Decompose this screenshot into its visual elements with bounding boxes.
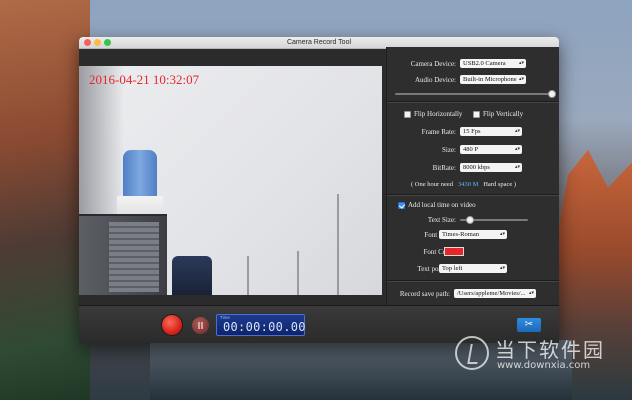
text-size-row: Text Size: <box>387 214 559 226</box>
add-local-time-label: Add local time on video <box>408 201 476 209</box>
bitrate-label: BitRate: <box>432 164 456 172</box>
separator <box>387 194 559 196</box>
preview-pole <box>337 194 339 295</box>
recording-timer: Time 00:00:00.00 <box>216 314 305 336</box>
flip-row: Flip Horizontally Flip Vertically <box>387 110 559 122</box>
settings-panel: Camera Device: USB2.0 Camera ▴▾ Audio De… <box>386 47 559 305</box>
save-path-row: Record save path: /Users/appleme/Movies/… <box>387 288 559 300</box>
camera-device-select[interactable]: USB2.0 Camera ▴▾ <box>460 59 526 68</box>
save-path-label: Record save path: <box>399 290 450 298</box>
audio-device-select[interactable]: Built-in Microphone ▴▾ <box>460 75 526 84</box>
camera-record-window: Camera Record Tool 2016-04-21 10:32:07 C… <box>79 37 559 343</box>
frame-rate-row: Frame Rate: 15 Fps ▴▾ <box>387 126 559 138</box>
frame-rate-label: Frame Rate: <box>421 128 456 136</box>
audio-device-row: Audio Device: Built-in Microphone ▴▾ <box>387 74 559 86</box>
popup-arrows-icon: ▴▾ <box>499 232 505 237</box>
save-path-value: /Users/appleme/Movies/... <box>457 290 526 297</box>
text-size-label: Text Size: <box>427 216 456 224</box>
flip-horizontally-label: Flip Horizontally <box>414 110 463 118</box>
preview-cabinet <box>79 214 167 295</box>
size-label: Size: <box>442 146 456 154</box>
popup-arrows-icon: ▴▾ <box>499 266 505 271</box>
audio-level-knob[interactable] <box>548 90 556 98</box>
bitrate-value: 8000 kbps <box>463 164 490 171</box>
scissors-icon[interactable]: ✂ <box>517 318 541 332</box>
storage-estimate: ( One hour need 3430 M Hard space ) <box>411 181 516 188</box>
font-color-row: Font Color: <box>387 246 559 258</box>
bitrate-row: BitRate: 8000 kbps ▴▾ <box>387 162 559 174</box>
font-color-swatch[interactable] <box>444 247 464 256</box>
separator <box>387 280 559 282</box>
separator <box>387 101 559 103</box>
desktop-mountain-left <box>0 0 90 400</box>
popup-arrows-icon: ▴▾ <box>518 77 524 82</box>
audio-level-track <box>395 93 552 95</box>
preview-pole <box>297 251 299 295</box>
storage-estimate-suffix: Hard space ) <box>483 181 517 188</box>
save-path-select[interactable]: /Users/appleme/Movies/... ▴▾ <box>454 289 536 298</box>
storage-estimate-value: 3430 M <box>457 181 479 188</box>
text-position-value: Top left <box>442 265 463 272</box>
popup-arrows-icon: ▴▾ <box>514 165 520 170</box>
preview-pole <box>247 256 249 295</box>
add-time-row: Add local time on video <box>387 201 559 213</box>
watermark-url: www.downxia.com <box>497 360 591 371</box>
preview-water-bottle <box>123 150 157 198</box>
watermark-site-name: 当下软件园 <box>495 338 605 362</box>
preview-dark-object <box>172 256 212 295</box>
popup-arrows-icon: ▴▾ <box>528 291 534 296</box>
text-position-select[interactable]: Top left ▴▾ <box>439 264 507 273</box>
timer-value: 00:00:00.00 <box>223 320 306 334</box>
flip-vertically-checkbox[interactable] <box>473 111 480 118</box>
watermark-logo-icon <box>455 336 489 370</box>
font-name-row: Font name: Times-Roman ▴▾ <box>387 229 559 241</box>
audio-device-value: Built-in Microphone <box>463 76 517 83</box>
audio-device-label: Audio Device: <box>414 76 456 84</box>
add-local-time-checkbox[interactable] <box>398 202 405 209</box>
camera-device-label: Camera Device: <box>410 60 456 68</box>
text-size-knob[interactable] <box>466 216 475 224</box>
size-value: 480 P <box>463 146 478 153</box>
record-button[interactable] <box>162 315 182 335</box>
watermark: 当下软件园 www.downxia.com <box>455 334 625 378</box>
pause-button[interactable] <box>192 317 209 334</box>
popup-arrows-icon: ▴▾ <box>514 129 520 134</box>
popup-arrows-icon: ▴▾ <box>514 147 520 152</box>
camera-device-value: USB2.0 Camera <box>463 60 506 67</box>
font-name-select[interactable]: Times-Roman ▴▾ <box>439 230 507 239</box>
size-select[interactable]: 480 P ▴▾ <box>460 145 522 154</box>
popup-arrows-icon: ▴▾ <box>518 61 524 66</box>
size-row: Size: 480 P ▴▾ <box>387 144 559 156</box>
frame-rate-value: 15 Fps <box>463 128 481 135</box>
preview-timestamp: 2016-04-21 10:32:07 <box>89 72 200 87</box>
frame-rate-select[interactable]: 15 Fps ▴▾ <box>460 127 522 136</box>
storage-estimate-prefix: ( One hour need <box>411 181 454 188</box>
camera-preview: 2016-04-21 10:32:07 <box>79 66 382 295</box>
flip-vertically-label: Flip Vertically <box>483 110 524 118</box>
camera-device-row: Camera Device: USB2.0 Camera ▴▾ <box>387 58 559 70</box>
flip-horizontally-checkbox[interactable] <box>404 111 411 118</box>
text-position-row: Text position: Top left ▴▾ <box>387 263 559 275</box>
bitrate-select[interactable]: 8000 kbps ▴▾ <box>460 163 522 172</box>
font-name-value: Times-Roman <box>442 231 479 238</box>
